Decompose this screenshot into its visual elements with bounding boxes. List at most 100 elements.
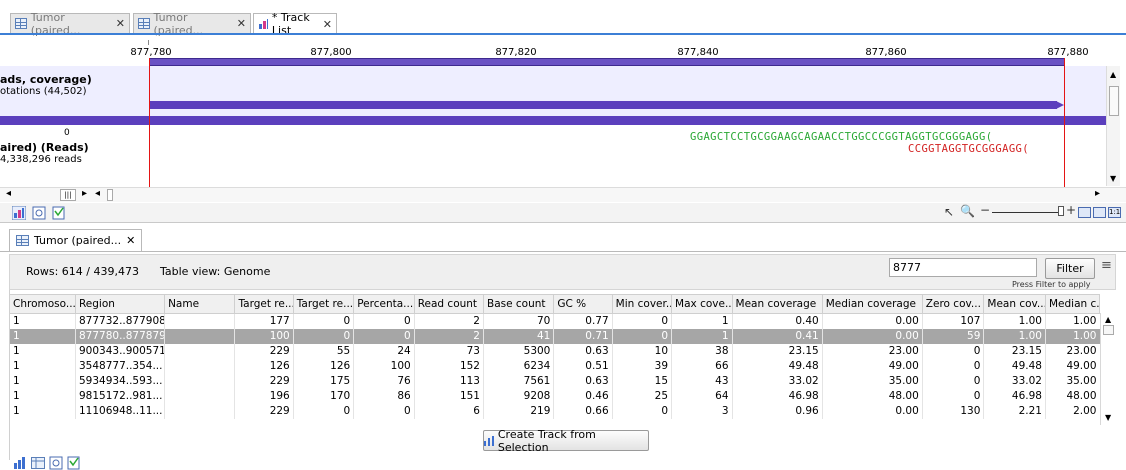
table-cell: 49.00 bbox=[1044, 358, 1100, 374]
scroll-up-icon[interactable]: ▲ bbox=[1110, 70, 1116, 79]
table-icon[interactable] bbox=[31, 456, 45, 470]
zoom-in-icon[interactable]: 🔍 bbox=[960, 204, 975, 218]
table-cell: 1 bbox=[671, 328, 733, 344]
scroll-up-icon[interactable]: ▲ bbox=[1105, 315, 1111, 324]
horizontal-scrollbar[interactable]: ◂ ||| ▸ ◂ ▸ bbox=[0, 187, 1126, 202]
tab-tumor-2[interactable]: Tumor (paired... ✕ bbox=[133, 11, 251, 37]
table-cell: 0 bbox=[353, 313, 415, 329]
scroll-left-icon[interactable]: ◂ bbox=[95, 188, 100, 199]
table-row[interactable]: 1 9815172..981... 196 170 86 151 9208 0.46 25 64 4… bbox=[9, 388, 1100, 404]
table-row[interactable]: 1 5934934..593... 229 175 76 113 7561 0.63 15 43 3… bbox=[9, 373, 1100, 389]
close-icon[interactable]: ✕ bbox=[116, 17, 125, 30]
fit-width-icon[interactable] bbox=[1078, 207, 1091, 218]
ruler-tick: 877,880 bbox=[1047, 47, 1089, 58]
table-cell: 49.48 bbox=[983, 358, 1046, 374]
column-header[interactable]: Chromoso... bbox=[9, 294, 76, 314]
close-icon[interactable]: ✕ bbox=[323, 18, 332, 31]
scroll-down-icon[interactable]: ▼ bbox=[1110, 174, 1116, 183]
column-header[interactable]: Mean coverage bbox=[731, 294, 823, 314]
bar-chart-icon bbox=[484, 435, 494, 446]
selection-region-bar[interactable] bbox=[149, 58, 1065, 66]
tab-label: Tumor (paired... bbox=[34, 234, 122, 247]
table-row[interactable]: 1 3548777..354... 126 126 100 152 6234 0.51 39 66… bbox=[9, 358, 1100, 374]
viewer-vertical-scrollbar[interactable]: ▲ ▼ bbox=[1106, 66, 1120, 186]
table-cell: 0.41 bbox=[731, 328, 823, 344]
table-cell: 70 bbox=[482, 313, 554, 329]
selection-end-line[interactable] bbox=[1064, 58, 1065, 188]
table-cell: 0 bbox=[292, 313, 354, 329]
scroll-thumb[interactable] bbox=[1109, 86, 1119, 116]
filter-button[interactable]: Filter bbox=[1045, 258, 1095, 279]
filter-icon[interactable] bbox=[52, 206, 66, 220]
filter-menu-icon[interactable]: ≡ bbox=[1101, 258, 1112, 273]
create-track-button[interactable]: Create Track from Selection bbox=[483, 428, 649, 454]
zoom-in-plus-icon[interactable]: + bbox=[1066, 203, 1076, 217]
zoom-slider-handle[interactable] bbox=[1058, 206, 1064, 216]
table-cell: 126 bbox=[292, 358, 354, 374]
column-header[interactable]: Region bbox=[74, 294, 166, 314]
column-header[interactable]: Median coverage bbox=[821, 294, 923, 314]
pointer-icon[interactable]: ↖ bbox=[944, 205, 954, 219]
table-cell bbox=[164, 328, 235, 344]
column-header[interactable]: GC % bbox=[553, 294, 613, 314]
scroll-right-icon[interactable]: ▸ bbox=[82, 188, 87, 199]
track-list-icon[interactable] bbox=[12, 206, 26, 220]
scroll-thumb[interactable] bbox=[1103, 325, 1114, 335]
close-icon[interactable]: ✕ bbox=[237, 17, 246, 30]
table-row[interactable]: 1 11106948..11... 229 0 0 6 219 0.66 0 3 0.96 0.00 1… bbox=[9, 403, 1100, 419]
column-header[interactable]: Target re... bbox=[292, 294, 355, 314]
tab-tumor-table[interactable]: Tumor (paired... ✕ bbox=[9, 229, 143, 251]
table-cell bbox=[164, 358, 235, 374]
position-ruler: 877,780 877,800 877,820 877,840 877,860 … bbox=[0, 38, 1110, 58]
zoom-out-icon[interactable]: − bbox=[980, 203, 990, 217]
column-header[interactable]: Name bbox=[164, 294, 236, 314]
column-header[interactable]: Zero cov... bbox=[921, 294, 985, 314]
scroll-right-icon[interactable]: ▸ bbox=[1095, 188, 1100, 199]
table-cell: 229 bbox=[234, 403, 294, 419]
table-cell: 219 bbox=[482, 403, 554, 419]
tab-track-list[interactable]: * Track List ✕ bbox=[253, 11, 337, 37]
table-cell: 126 bbox=[234, 358, 294, 374]
table-cell: 46.98 bbox=[731, 388, 823, 404]
table-cell: 1 bbox=[9, 388, 76, 404]
column-header[interactable]: Read count bbox=[413, 294, 484, 314]
annotation-arrow-icon bbox=[1056, 101, 1064, 109]
annotation-gene-bar[interactable] bbox=[0, 116, 1106, 125]
column-header[interactable]: Percenta... bbox=[353, 294, 415, 314]
filter-icon[interactable] bbox=[67, 456, 81, 470]
selection-start-line[interactable] bbox=[149, 58, 150, 188]
column-header[interactable]: Min cover... bbox=[611, 294, 673, 314]
table-row[interactable]: 1 877780..877879 100 0 0 2 41 0.71 0 1 0.41 0.00 59 1… bbox=[9, 328, 1100, 344]
zoom-to-selection-icon[interactable] bbox=[1093, 207, 1106, 218]
table-cell: 0.00 bbox=[821, 313, 923, 329]
table-row[interactable]: 1 900343..900571 229 55 24 73 5300 0.63 10 38 23.1… bbox=[9, 343, 1100, 359]
table-cell: 33.02 bbox=[731, 373, 823, 389]
zoom-to-base-icon[interactable]: 1:1 bbox=[1108, 207, 1121, 218]
scroll-grip-icon[interactable]: ||| bbox=[60, 189, 76, 201]
table-cell: 0.63 bbox=[553, 343, 613, 359]
scroll-down-icon[interactable]: ▼ bbox=[1105, 413, 1111, 422]
column-header[interactable]: Mean cov... bbox=[983, 294, 1046, 314]
table-cell: 66 bbox=[671, 358, 733, 374]
table-cell: 1.00 bbox=[983, 328, 1046, 344]
column-header[interactable]: Max cove... bbox=[671, 294, 733, 314]
table-cell: 113 bbox=[413, 373, 484, 389]
table-vertical-scrollbar[interactable]: ▲ ▼ bbox=[1100, 313, 1116, 425]
column-header[interactable]: Base count bbox=[482, 294, 555, 314]
column-header[interactable]: Median c... bbox=[1044, 294, 1101, 314]
scroll-left-icon[interactable]: ◂ bbox=[6, 188, 11, 199]
zoom-slider[interactable] bbox=[992, 212, 1062, 213]
close-icon[interactable]: ✕ bbox=[126, 234, 135, 247]
table-row[interactable]: 1 877732..877908 177 0 0 2 70 0.77 0 1 0.40 0.00 107… bbox=[9, 313, 1100, 329]
tab-tumor-1[interactable]: Tumor (paired... ✕ bbox=[10, 11, 130, 37]
bar-chart-icon[interactable] bbox=[13, 456, 27, 470]
scroll-thumb[interactable] bbox=[107, 189, 113, 201]
table-cell: 170 bbox=[292, 388, 354, 404]
column-header[interactable]: Target re... bbox=[234, 294, 294, 314]
settings-icon[interactable] bbox=[32, 206, 46, 220]
filter-input[interactable] bbox=[889, 258, 1037, 277]
table-cell: 33.02 bbox=[983, 373, 1046, 389]
settings-icon[interactable] bbox=[49, 456, 63, 470]
annotation-feature-bar[interactable] bbox=[149, 101, 1057, 109]
read-sequence: CCGGTAGGTGCGGGAGG( bbox=[908, 143, 1029, 155]
